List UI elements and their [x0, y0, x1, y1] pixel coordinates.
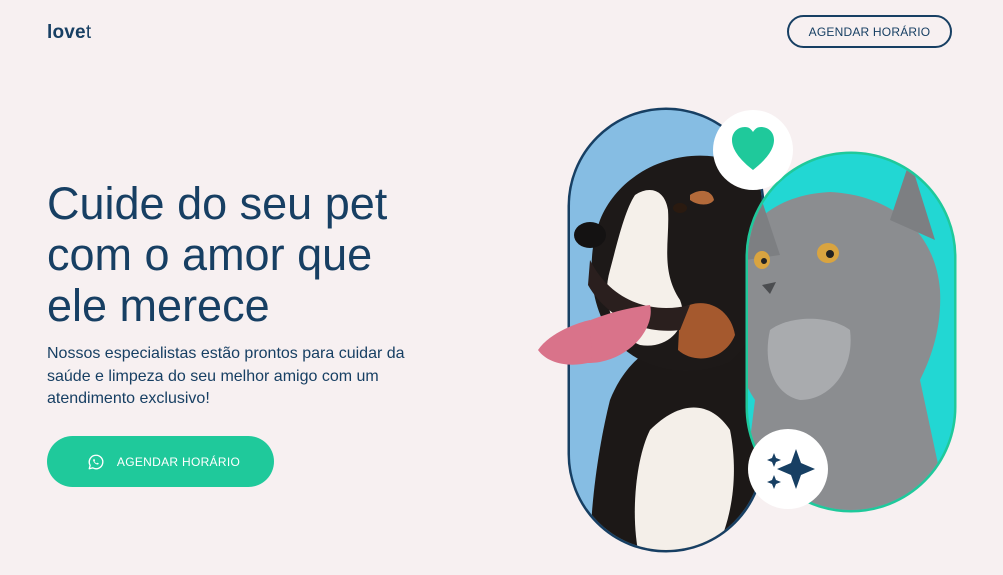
- pets-illustration: [538, 107, 957, 553]
- logo-tail-text: t: [85, 22, 92, 43]
- header-schedule-button[interactable]: AGENDAR HORÁRIO: [787, 15, 952, 48]
- dog-tongue: [538, 320, 592, 365]
- hero-title-line-3: ele merece: [47, 280, 270, 331]
- whatsapp-icon: [87, 453, 105, 471]
- hero-title: Cuide do seu pet com o amor que ele mere…: [47, 178, 467, 331]
- hero-title-line-2: com o amor que: [47, 229, 373, 280]
- brand-logo[interactable]: lovet: [47, 22, 91, 44]
- hero-schedule-button[interactable]: AGENDAR HORÁRIO: [47, 436, 274, 487]
- hero-schedule-label: AGENDAR HORÁRIO: [116, 454, 241, 469]
- sparkles-badge: [748, 429, 828, 509]
- hero-subtitle: Nossos especialistas estão prontos para …: [47, 345, 405, 407]
- heart-badge: [713, 110, 793, 190]
- logo-main-text: love: [47, 22, 86, 43]
- hero-title-line-1: Cuide do seu pet: [47, 178, 388, 229]
